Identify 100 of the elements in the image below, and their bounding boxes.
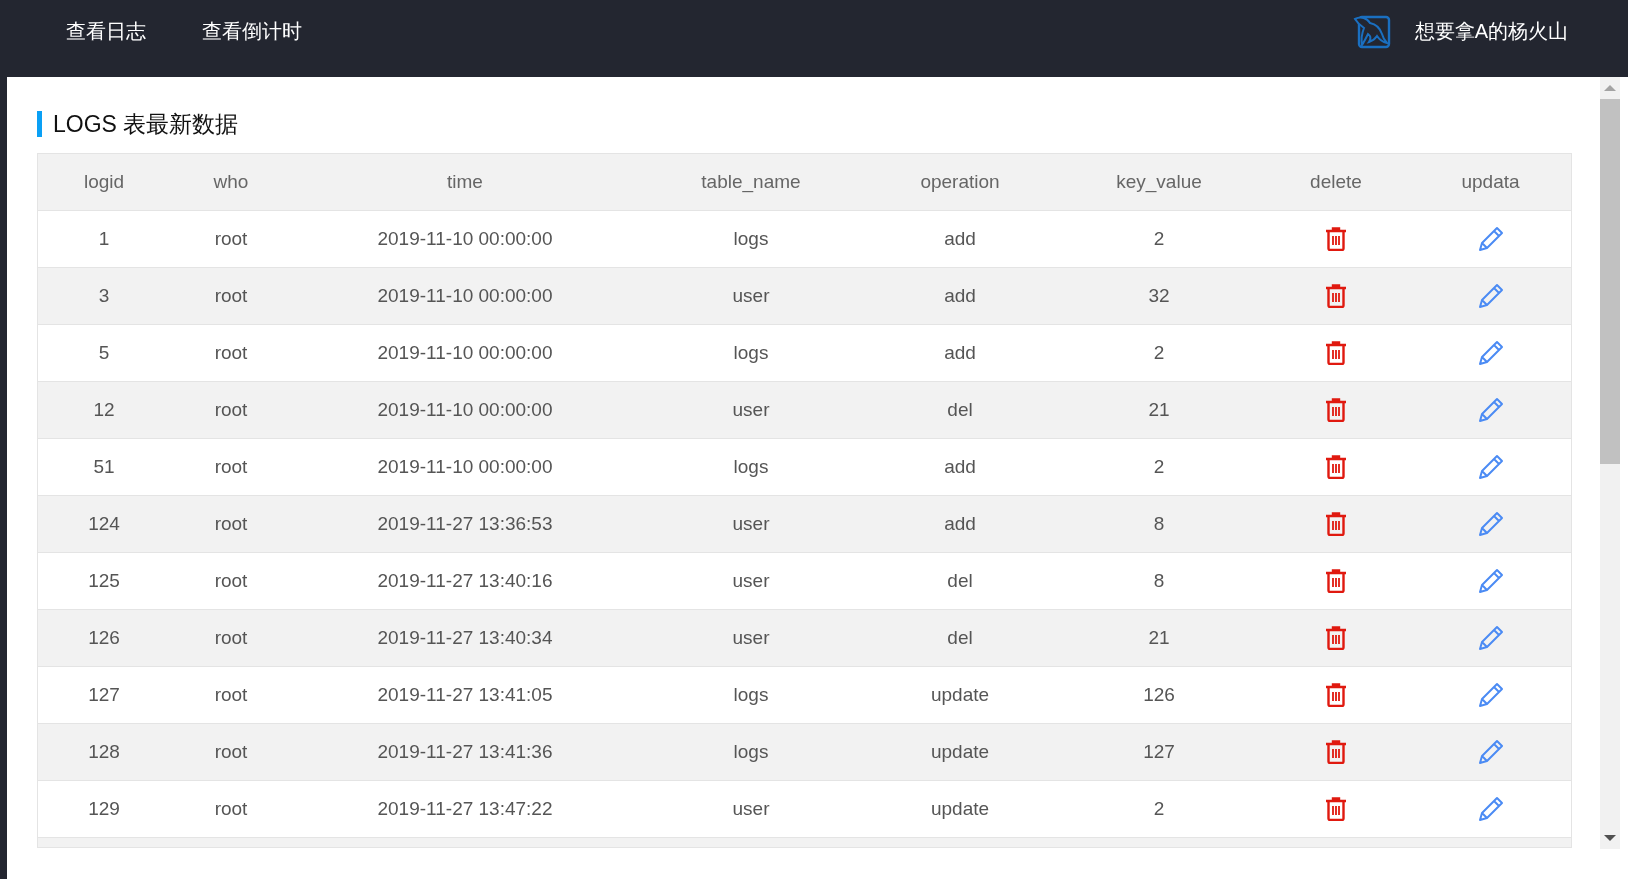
trash-icon[interactable] bbox=[1325, 455, 1347, 479]
table-cell-text: root bbox=[213, 569, 249, 593]
table-cell-text: update bbox=[929, 683, 991, 707]
table-cell-text: add bbox=[943, 227, 977, 251]
table-cell-text: logs bbox=[732, 740, 770, 764]
table-cell-text: root bbox=[213, 683, 249, 707]
table-cell-text: logs bbox=[732, 227, 770, 251]
pencil-icon[interactable] bbox=[1477, 682, 1504, 708]
table-cell-text: 21 bbox=[1147, 398, 1171, 422]
table-cell-text: 2019-11-27 13:41:05 bbox=[376, 683, 554, 707]
table-cell-text: root bbox=[213, 512, 249, 536]
pencil-icon[interactable] bbox=[1477, 283, 1504, 309]
pencil-icon[interactable] bbox=[1477, 454, 1504, 480]
table-cell-text: logs bbox=[732, 455, 770, 479]
table-cell-text: add bbox=[943, 512, 977, 536]
table-cell-text: logs bbox=[732, 683, 770, 707]
table-cell-text: 128 bbox=[87, 740, 121, 764]
pencil-icon[interactable] bbox=[1477, 739, 1504, 765]
table-cell-text: 125 bbox=[87, 569, 121, 593]
pencil-icon[interactable] bbox=[1477, 625, 1504, 651]
pencil-icon[interactable] bbox=[1477, 226, 1504, 252]
trash-icon[interactable] bbox=[1325, 569, 1347, 593]
table-cell-text: del bbox=[946, 398, 974, 422]
table-cell-text: root bbox=[213, 740, 249, 764]
table-cell-text: update bbox=[929, 797, 991, 821]
column-header: who bbox=[212, 170, 250, 194]
table-cell-text: 2 bbox=[1152, 341, 1166, 365]
column-header: table_name bbox=[700, 170, 802, 195]
trash-icon[interactable] bbox=[1325, 740, 1347, 764]
table-cell-text: 129 bbox=[87, 797, 121, 821]
column-header: key_value bbox=[1115, 170, 1203, 195]
table-cell-text: 127 bbox=[87, 683, 121, 707]
trash-icon[interactable] bbox=[1325, 284, 1347, 308]
table-cell-text: 1 bbox=[97, 227, 111, 251]
nav-link[interactable]: 查看倒计时 bbox=[202, 18, 302, 45]
table-cell-text: 32 bbox=[1147, 284, 1171, 308]
column-header: updata bbox=[1460, 170, 1521, 194]
table-cell-text: root bbox=[213, 227, 249, 251]
table-cell-text: user bbox=[731, 797, 771, 821]
table-cell-text: logs bbox=[732, 341, 770, 365]
table-cell-text: update bbox=[929, 740, 991, 764]
table-cell-text: 2019-11-27 13:40:16 bbox=[376, 569, 554, 593]
table-cell-text: root bbox=[213, 455, 249, 479]
table-cell-text: 2 bbox=[1152, 227, 1166, 251]
trash-icon[interactable] bbox=[1325, 683, 1347, 707]
column-header: delete bbox=[1309, 170, 1363, 194]
table-cell-text: del bbox=[946, 626, 974, 650]
pencil-icon[interactable] bbox=[1477, 568, 1504, 594]
table-cell-text: 51 bbox=[92, 455, 116, 479]
dolphin-logo-icon bbox=[1352, 13, 1391, 50]
pencil-icon[interactable] bbox=[1477, 340, 1504, 366]
table-cell-text: root bbox=[213, 398, 249, 422]
table-cell-text: 2 bbox=[1152, 455, 1166, 479]
table-cell-text: 12 bbox=[92, 398, 116, 422]
table-cell-text: 3 bbox=[97, 284, 111, 308]
table-cell-text: add bbox=[943, 284, 977, 308]
column-header: time bbox=[446, 170, 484, 194]
table-cell-text: 2019-11-27 13:47:22 bbox=[376, 797, 554, 821]
table-cell-text: user bbox=[731, 398, 771, 422]
nav-link[interactable]: 查看日志 bbox=[66, 18, 146, 45]
table-cell-text: 8 bbox=[1152, 569, 1166, 593]
table-cell-text: 2019-11-27 13:41:36 bbox=[376, 740, 554, 764]
table-cell-text: user bbox=[731, 512, 771, 536]
trash-icon[interactable] bbox=[1325, 797, 1347, 821]
table-cell-text: 2019-11-10 00:00:00 bbox=[376, 227, 554, 251]
pencil-icon[interactable] bbox=[1477, 796, 1504, 822]
table-cell-text: 2 bbox=[1152, 797, 1166, 821]
table-cell-text: root bbox=[213, 284, 249, 308]
table-cell-text: user bbox=[731, 284, 771, 308]
section-title: LOGS 表最新数据 bbox=[37, 111, 1572, 137]
table-cell-text: root bbox=[213, 341, 249, 365]
table-cell-text: add bbox=[943, 455, 977, 479]
trash-icon[interactable] bbox=[1325, 398, 1347, 422]
table-cell-text: user bbox=[731, 626, 771, 650]
table-cell-text: 2019-11-10 00:00:00 bbox=[376, 341, 554, 365]
table-cell-text: user bbox=[731, 569, 771, 593]
pencil-icon[interactable] bbox=[1477, 511, 1504, 537]
table-cell-text: 2019-11-27 13:40:34 bbox=[376, 626, 554, 650]
table-cell-text: 127 bbox=[1142, 740, 1176, 764]
column-header: operation bbox=[919, 170, 1001, 194]
table-cell-text: 2019-11-10 00:00:00 bbox=[376, 284, 554, 308]
user-name[interactable]: 想要拿A的杨火山 bbox=[1414, 18, 1568, 45]
trash-icon[interactable] bbox=[1325, 512, 1347, 536]
table-cell-text: 126 bbox=[1142, 683, 1176, 707]
table-cell-text: 2019-11-27 13:36:53 bbox=[376, 512, 554, 536]
table-cell-text: 21 bbox=[1147, 626, 1171, 650]
table-cell-text: 124 bbox=[87, 512, 121, 536]
table-cell-text: 2019-11-10 00:00:00 bbox=[376, 398, 554, 422]
pencil-icon[interactable] bbox=[1477, 397, 1504, 423]
table-cell-text: root bbox=[213, 797, 249, 821]
trash-icon[interactable] bbox=[1325, 227, 1347, 251]
scrollbar[interactable] bbox=[1600, 77, 1620, 849]
trash-icon[interactable] bbox=[1325, 341, 1347, 365]
table-cell-text: 8 bbox=[1152, 512, 1166, 536]
column-header: logid bbox=[82, 170, 126, 194]
table-cell-text: 2019-11-10 00:00:00 bbox=[376, 455, 554, 479]
table-cell-text: add bbox=[943, 341, 977, 365]
trash-icon[interactable] bbox=[1325, 626, 1347, 650]
table-cell-text: 126 bbox=[87, 626, 121, 650]
table-cell-text: 5 bbox=[97, 341, 111, 365]
